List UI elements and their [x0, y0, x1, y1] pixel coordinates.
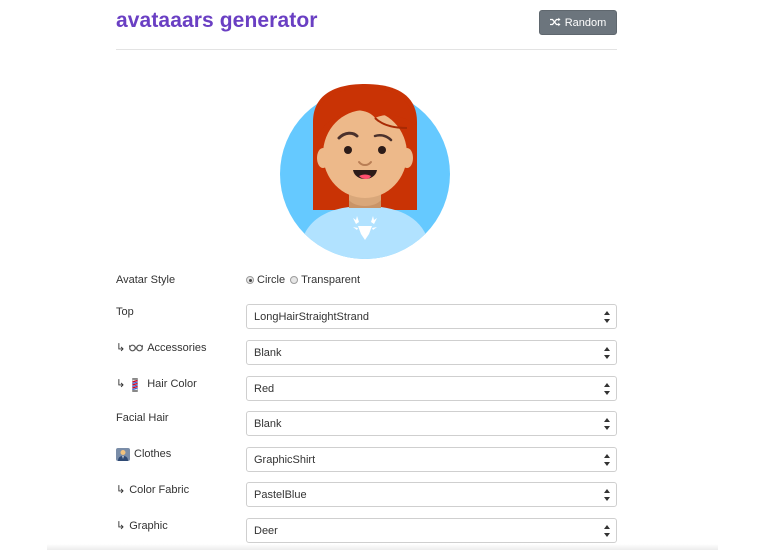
hair-color-label-group: ↳ Hair Color	[116, 377, 197, 392]
page-title: avataaars generator	[116, 9, 318, 32]
graphic-label: Graphic	[129, 519, 168, 532]
sub-arrow-icon: ↳	[116, 519, 126, 532]
page-container: avataaars generator Random Avatar Style …	[116, 0, 617, 550]
radio-transparent-dot[interactable]	[290, 276, 299, 284]
accessories-select-value: Blank	[254, 346, 282, 359]
color-fabric-select[interactable]: PastelBlue	[246, 482, 617, 507]
color-fabric-label: Color Fabric	[129, 483, 190, 496]
select-caret-icon	[604, 454, 610, 466]
sub-arrow-icon: ↳	[116, 483, 126, 496]
hair-color-select[interactable]: Red	[246, 376, 617, 401]
top-select-value: LongHairStraightStrand	[254, 310, 369, 323]
color-fabric-select-value: PastelBlue	[254, 488, 307, 501]
select-caret-icon	[604, 383, 610, 395]
header: avataaars generator Random	[116, 0, 617, 50]
radio-transparent[interactable]: Transparent	[290, 274, 360, 286]
radio-circle-label: Circle	[257, 274, 286, 286]
top-label: Top	[116, 306, 134, 318]
facial-hair-select[interactable]: Blank	[246, 411, 617, 436]
clothes-select-value: GraphicShirt	[254, 453, 316, 466]
clothes-label: Clothes	[134, 448, 172, 460]
radio-transparent-label: Transparent	[301, 274, 361, 286]
select-caret-icon	[604, 525, 610, 537]
avatar-eye-right	[378, 146, 386, 154]
avatar-style-radio-group: Circle Transparent	[246, 274, 363, 286]
color-fabric-row: ↳ Color Fabric PastelBlue	[116, 482, 617, 508]
facial-hair-row: Facial Hair Blank	[116, 411, 617, 437]
top-row: Top LongHairStraightStrand	[116, 304, 617, 330]
sub-arrow-icon: ↳	[116, 377, 126, 390]
graphic-select-value: Deer	[254, 524, 278, 537]
clothes-person-icon	[116, 448, 130, 461]
accessories-label: Accessories	[147, 341, 207, 354]
select-caret-icon	[604, 347, 610, 359]
hair-color-row: ↳ Hair Color Red	[116, 376, 617, 402]
hair-color-select-value: Red	[254, 382, 275, 395]
facial-hair-label: Facial Hair	[116, 412, 169, 424]
clothes-label-group: Clothes	[116, 448, 172, 461]
graphic-select[interactable]: Deer	[246, 518, 617, 543]
random-button-label: Random	[564, 16, 607, 29]
avatar-style-label: Avatar Style	[116, 274, 176, 286]
hair-color-label: Hair Color	[147, 377, 197, 390]
accessories-select[interactable]: Blank	[246, 340, 617, 365]
avatar-eye-left	[344, 146, 352, 154]
avatar-preview	[279, 82, 457, 260]
avatar-style-row: Avatar Style Circle Transparent	[116, 273, 617, 299]
shuffle-icon	[549, 17, 561, 29]
barber-pole-icon	[129, 377, 143, 392]
bottom-fade	[47, 544, 718, 550]
radio-circle-dot[interactable]	[246, 276, 254, 284]
accessories-row: ↳ Accessories Blank	[116, 340, 617, 366]
accessories-label-group: ↳ Accessories	[116, 341, 207, 354]
graphic-row: ↳ Graphic Deer	[116, 518, 617, 544]
random-button[interactable]: Random	[539, 10, 617, 35]
clothes-row: Clothes GraphicShirt	[116, 447, 617, 473]
glasses-icon	[128, 342, 144, 354]
graphic-label-group: ↳ Graphic	[116, 519, 168, 532]
clothes-select[interactable]: GraphicShirt	[246, 447, 617, 472]
sub-arrow-icon: ↳	[116, 341, 126, 354]
facial-hair-select-value: Blank	[254, 417, 282, 430]
select-caret-icon	[604, 311, 610, 323]
avatar-face	[323, 110, 407, 198]
radio-circle[interactable]: Circle	[246, 274, 285, 286]
top-select[interactable]: LongHairStraightStrand	[246, 304, 617, 329]
select-caret-icon	[604, 418, 610, 430]
color-fabric-label-group: ↳ Color Fabric	[116, 483, 189, 496]
select-caret-icon	[604, 489, 610, 501]
